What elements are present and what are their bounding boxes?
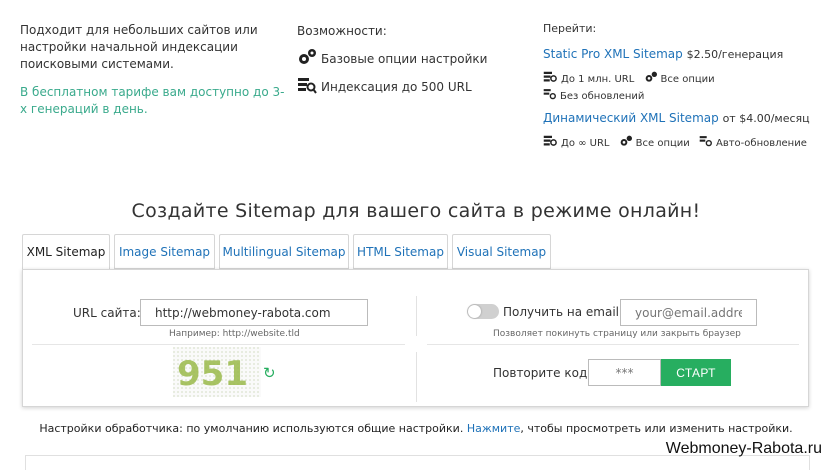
plan-static-pro-features: До 1 млн. URL Все опции Без обновлений — [543, 71, 813, 105]
feature-item: Индексация до 500 URL — [297, 76, 472, 97]
settings-link[interactable]: Нажмите — [467, 422, 521, 435]
plan-dynamic-features: До ∞ URL Все опции Авто-обновление — [543, 135, 813, 152]
plan-description: Подходит для небольших сайтов или настро… — [20, 23, 258, 71]
plan-feature: Без обновлений — [560, 90, 645, 102]
divider — [32, 344, 405, 345]
plan-feature: Все опции — [660, 73, 715, 85]
tab-xml-sitemap[interactable]: XML Sitemap — [22, 234, 110, 270]
captcha-input[interactable] — [588, 359, 661, 386]
feature-label: Индексация до 500 URL — [321, 79, 472, 94]
gears-icon — [644, 71, 661, 88]
plan-feature: До 1 млн. URL — [561, 73, 635, 85]
no-update-icon — [543, 88, 560, 105]
plan-price: $2.50/генерация — [686, 48, 784, 61]
goto-title: Перейти: — [543, 22, 597, 35]
start-button[interactable]: СТАРТ — [661, 359, 731, 386]
settings-suffix: , чтобы просмотреть или изменить настрой… — [520, 422, 793, 435]
gears-icon — [297, 48, 321, 69]
divider — [416, 296, 417, 336]
repeat-code-label: Повторите код: — [493, 366, 592, 380]
tab-html-sitemap[interactable]: HTML Sitemap — [353, 234, 448, 269]
url-input[interactable] — [140, 299, 368, 326]
email-input[interactable] — [620, 299, 757, 326]
index-search-icon — [543, 71, 561, 88]
tab-visual-sitemap[interactable]: Visual Sitemap — [452, 234, 551, 269]
refresh-captcha-icon[interactable]: ↻ — [263, 364, 276, 382]
feature-label: Базовые опции настройки — [321, 51, 488, 66]
captcha-image: 951 — [173, 347, 261, 397]
tab-image-sitemap[interactable]: Image Sitemap — [114, 234, 215, 269]
plan-dynamic-link[interactable]: Динамический XML Sitemap — [543, 111, 719, 125]
plan-static-pro-link[interactable]: Static Pro XML Sitemap — [543, 47, 683, 61]
features-title: Возможности: — [297, 24, 387, 38]
email-toggle-label: Получить на email: — [503, 305, 624, 319]
settings-prefix: Настройки обработчика: по умолчанию испо… — [39, 422, 464, 435]
auto-update-icon — [699, 135, 716, 152]
divider — [427, 344, 799, 345]
plan-dynamic: Динамический XML Sitemap от $4.00/месяц — [543, 111, 810, 125]
settings-note: Настройки обработчика: по умолчанию испо… — [0, 422, 832, 435]
plan-price: от $4.00/месяц — [722, 112, 810, 125]
index-search-icon — [543, 135, 561, 152]
email-toggle[interactable] — [467, 304, 499, 319]
plan-feature: Все опции — [635, 137, 690, 149]
plan-feature: Авто-обновление — [716, 137, 807, 149]
url-hint: Например: http://website.tld — [169, 329, 300, 339]
tab-multilingual-sitemap[interactable]: Multilingual Sitemap — [219, 234, 349, 269]
feature-item: Базовые опции настройки — [297, 48, 487, 69]
page-heading: Создайте Sitemap для вашего сайта в режи… — [131, 200, 701, 222]
index-search-icon — [297, 76, 321, 97]
free-plan-note: В бесплатном тарифе вам доступно до 3-х … — [20, 85, 285, 116]
captcha-text: 951 — [177, 354, 248, 394]
gears-icon — [619, 135, 636, 152]
url-label: URL сайта: — [73, 306, 141, 320]
email-hint: Позволяет покинуть страницу или закрыть … — [493, 329, 741, 339]
plan-static-pro: Static Pro XML Sitemap $2.50/генерация — [543, 47, 783, 61]
plan-feature: До ∞ URL — [561, 137, 610, 149]
watermark: Webmoney-Rabota.ru — [665, 440, 822, 457]
divider — [416, 352, 417, 402]
